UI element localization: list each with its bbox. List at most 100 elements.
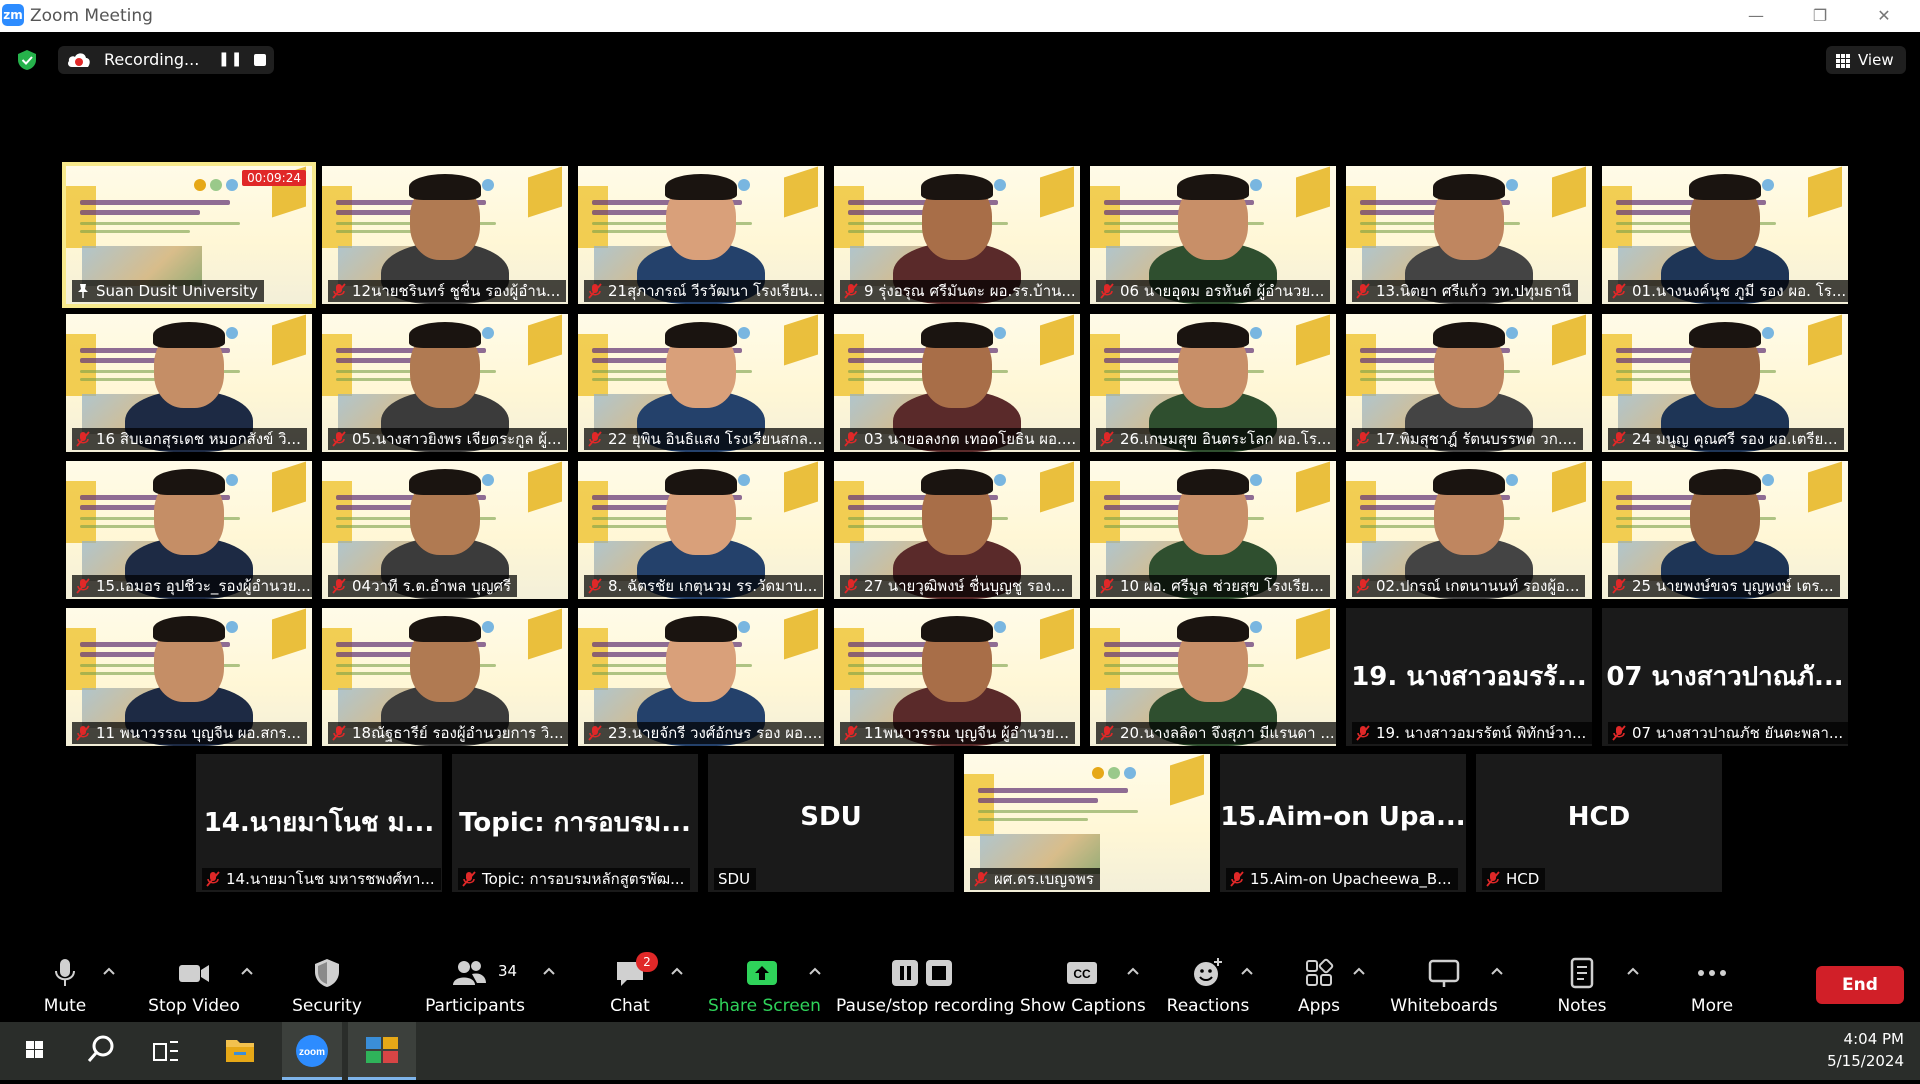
participant-tile[interactable]: ผศ.ดร.เบญจพร <box>964 754 1210 892</box>
muted-mic-icon <box>332 283 346 299</box>
participant-tile[interactable]: 22 ยุพิน อินธิแสง โรงเรียนสกล... <box>578 314 824 452</box>
view-button[interactable]: View <box>1826 46 1906 74</box>
participant-tile[interactable]: 8. ฉัตรชัย เกตุนวม รร.วัดมาบ... <box>578 461 824 599</box>
apps-options-caret-icon[interactable] <box>1352 966 1366 976</box>
participant-name-label: 20.นางลลิดา จึงสุภา มีแรนดา ... <box>1096 722 1336 744</box>
chat-unread-badge: 2 <box>636 952 658 972</box>
notes-options-caret-icon[interactable] <box>1626 966 1640 976</box>
muted-mic-icon <box>1100 725 1114 741</box>
mute-button[interactable]: Mute <box>30 946 100 1022</box>
video-options-caret-icon[interactable] <box>240 966 254 976</box>
muted-mic-icon <box>1100 431 1114 447</box>
participants-button[interactable]: Participants <box>424 946 526 1022</box>
more-button[interactable]: More <box>1680 946 1744 1022</box>
pause-stop-recording-button[interactable]: Pause/stop recording <box>836 946 1015 1022</box>
participant-tile[interactable]: 24 มนูญ คุณศรี รอง ผอ.เตรีย... <box>1602 314 1848 452</box>
participants-options-caret-icon[interactable] <box>542 966 556 976</box>
security-button[interactable]: Security <box>290 946 364 1022</box>
minimize-button[interactable]: — <box>1736 4 1776 28</box>
participant-name: 11 พนาวรรณ บุญจีน ผอ.สกร... <box>96 724 301 742</box>
participant-tile[interactable]: SDU SDU <box>708 754 954 892</box>
participant-tile[interactable]: 25 นายพงษ์ขจร บุญพงษ์ เตร... <box>1602 461 1848 599</box>
participant-tile[interactable]: 10 ผอ. ศรีมูล ช่วยสุข โรงเรีย... <box>1090 461 1336 599</box>
windows-taskbar: zoom 4:04 PM 5/15/2024 <box>0 1022 1920 1080</box>
participant-tile[interactable]: 05.นางสาวยิงพร เจียตระกูล ผู้... <box>322 314 568 452</box>
reactions-label: Reactions <box>1166 996 1250 1016</box>
participant-tile[interactable]: Topic: การอบรม... Topic: การอบรมหลักสูตรพ… <box>452 754 698 892</box>
participant-tile[interactable]: 13.นิตยา ศรีแก้ว วท.ปทุมธานี <box>1346 166 1592 304</box>
stop-video-button[interactable]: Stop Video <box>148 946 240 1022</box>
participant-name-label: 18ณัฐธารีย์ รองผู้อำนวยการ วิ... <box>328 722 568 744</box>
notes-button[interactable]: Notes <box>1548 946 1616 1022</box>
muted-mic-icon <box>1100 578 1114 594</box>
participant-tile[interactable]: 21สุภาภรณ์ วีรวัฒนา โรงเรียน... <box>578 166 824 304</box>
share-options-caret-icon[interactable] <box>808 966 822 976</box>
windows-start-icon[interactable] <box>4 1022 64 1080</box>
muted-mic-icon <box>1612 283 1626 299</box>
captions-options-caret-icon[interactable] <box>1126 966 1140 976</box>
participant-tile[interactable]: 19. นางสาวอมรรั... 19. นางสาวอมรรัตน์ พิท… <box>1346 608 1592 746</box>
participant-tile[interactable]: HCD HCD <box>1476 754 1722 892</box>
participant-tile[interactable]: 23.นายจักรี วงศ์อักษร รอง ผอ.... <box>578 608 824 746</box>
participant-tile[interactable]: 04วาที ร.ต.อำพล บุญศรี <box>322 461 568 599</box>
whiteboards-options-caret-icon[interactable] <box>1490 966 1504 976</box>
participant-tile[interactable]: 11พนาวรรณ บุญจีน ผู้อำนวย... <box>834 608 1080 746</box>
search-icon[interactable] <box>70 1022 130 1080</box>
pause-stop-recording-label: Pause/stop recording <box>836 996 1015 1016</box>
participant-tile[interactable]: 03 นายอลงกต เทอดโยธิน ผอ.... <box>834 314 1080 452</box>
participant-tile[interactable]: 9 รุ่งอรุณ ศรีมันตะ ผอ.รร.บ้าน... <box>834 166 1080 304</box>
participant-name: 25 นายพงษ์ขจร บุญพงษ์ เตร... <box>1632 577 1834 595</box>
reactions-button[interactable]: Reactions <box>1166 946 1250 1022</box>
participant-tile[interactable]: 16 สิบเอกสุรเดช หมอกสังข์ วิ... <box>66 314 312 452</box>
participant-name: 06 นายอุดม อรหันต์ ผู้อำนวย... <box>1120 282 1325 300</box>
participant-name-label: 23.นายจักรี วงศ์อักษร รอง ผอ.... <box>584 722 824 744</box>
shield-check-icon[interactable] <box>16 49 38 71</box>
mute-options-caret-icon[interactable] <box>102 966 116 976</box>
participant-tile[interactable]: 02.ปกรณ์ เกตนานนท์ รองผู้อ... <box>1346 461 1592 599</box>
participant-tile[interactable]: 00:09:24 Suan Dusit University <box>62 162 316 308</box>
participant-name: 05.นางสาวยิงพร เจียตระกูล ผู้... <box>352 430 562 448</box>
muted-mic-icon <box>1612 578 1626 594</box>
participant-tile[interactable]: 20.นางลลิดา จึงสุภา มีแรนดา ... <box>1090 608 1336 746</box>
end-meeting-button[interactable]: End <box>1816 966 1904 1004</box>
app-icon[interactable] <box>348 1022 416 1080</box>
system-clock[interactable]: 4:04 PM 5/15/2024 <box>1827 1028 1904 1072</box>
whiteboards-button[interactable]: Whiteboards <box>1388 946 1500 1022</box>
participant-count: 34 <box>498 962 518 980</box>
pause-recording-icon[interactable]: ❚❚ <box>218 51 243 67</box>
participant-name: 03 นายอลงกต เทอดโยธิน ผอ.... <box>864 430 1077 448</box>
muted-mic-icon <box>844 725 858 741</box>
participant-tile[interactable]: 15.เอมอร อุปชีวะ_รองผู้อำนวย... <box>66 461 312 599</box>
participant-tile[interactable]: 07 นางสาวปาณภั... 07 นางสาวปาณภัช ยันตะพล… <box>1602 608 1848 746</box>
muted-mic-icon <box>1356 283 1370 299</box>
participant-tile[interactable]: 12นายชรินทร์ ชูชื่น รองผู้อำน... <box>322 166 568 304</box>
close-window-button[interactable]: ✕ <box>1864 4 1904 28</box>
participant-name-label: 8. ฉัตรชัย เกตุนวม รร.วัดมาบ... <box>584 575 824 597</box>
participant-tile[interactable]: 27 นายวุฒิพงษ์ ชื่นบุญชู รอง... <box>834 461 1080 599</box>
stop-recording-icon[interactable] <box>254 54 266 66</box>
participant-tile[interactable]: 15.Aim-on Upa... 15.Aim-on Upacheewa_B... <box>1220 754 1466 892</box>
restore-button[interactable]: ❐ <box>1800 4 1840 28</box>
task-view-icon[interactable] <box>136 1022 196 1080</box>
muted-mic-icon <box>76 578 90 594</box>
apps-button[interactable]: Apps <box>1284 946 1354 1022</box>
participant-name: 13.นิตยา ศรีแก้ว วท.ปทุมธานี <box>1376 282 1572 300</box>
participant-tile[interactable]: 18ณัฐธารีย์ รองผู้อำนวยการ วิ... <box>322 608 568 746</box>
participant-name-label: 16 สิบเอกสุรเดช หมอกสังข์ วิ... <box>72 428 307 450</box>
zoom-app-icon[interactable]: zoom <box>282 1022 342 1080</box>
participant-tile[interactable]: 26.เกษมสุข อินตระโลก ผอ.โร... <box>1090 314 1336 452</box>
chat-options-caret-icon[interactable] <box>670 966 684 976</box>
participant-name: 19. นางสาวอมรรัตน์ พิทักษ์วา... <box>1376 724 1587 742</box>
participant-tile[interactable]: 06 นายอุดม อรหันต์ ผู้อำนวย... <box>1090 166 1336 304</box>
participant-tile[interactable]: 17.พิมสุชาฎ์ รัตนบรรพต วก.... <box>1346 314 1592 452</box>
participant-tile[interactable]: 14.นายมาโนช ม... 14.นายมาโนช มหารชพงศ์ทา.… <box>196 754 442 892</box>
participant-tile[interactable]: 11 พนาวรรณ บุญจีน ผอ.สกร... <box>66 608 312 746</box>
participant-name: 14.นายมาโนช มหารชพงศ์ทา... <box>226 870 435 888</box>
recording-indicator[interactable]: Recording... ❚❚ <box>58 46 274 74</box>
show-captions-button[interactable]: CC Show Captions <box>1020 946 1146 1022</box>
participant-name: Topic: การอบรมหลักสูตรพัฒ... <box>482 870 685 888</box>
participant-tile[interactable]: 01.นางนงค์นุช ภูมี รอง ผอ. โร... <box>1602 166 1848 304</box>
share-screen-button[interactable]: Share Screen <box>708 946 821 1022</box>
reactions-options-caret-icon[interactable] <box>1240 966 1254 976</box>
file-explorer-icon[interactable] <box>210 1022 270 1080</box>
